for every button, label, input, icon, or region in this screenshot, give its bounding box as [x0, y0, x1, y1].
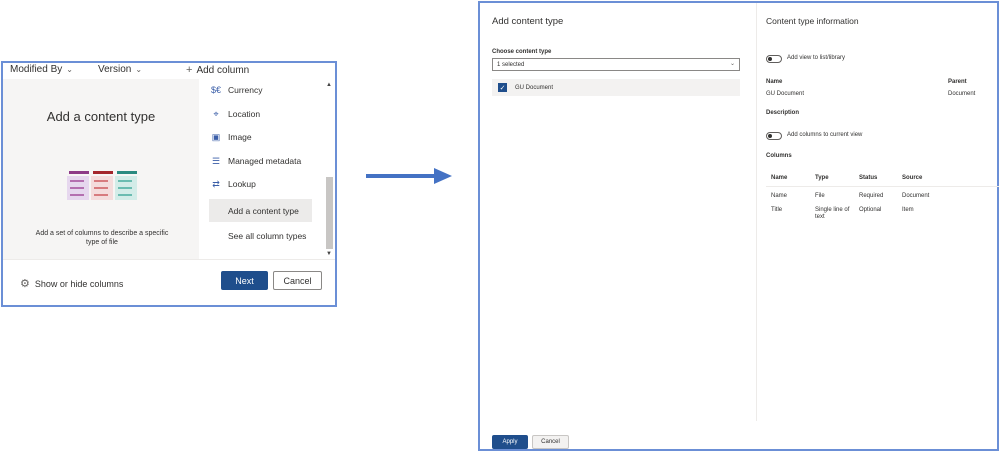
content-type-card-description: Add a set of columns to describe a speci… [35, 230, 169, 246]
content-type-option-label: GU Document [515, 84, 554, 91]
column-header-label: Version [98, 64, 132, 75]
menu-item-label: Currency [228, 85, 263, 95]
table-cell: Single line of text [815, 207, 850, 220]
cancel-button[interactable]: Cancel [273, 271, 322, 290]
add-content-type-panel: Add content type Choose content type 1 s… [478, 1, 999, 451]
checkbox-checked-icon[interactable]: ✓ [498, 83, 507, 92]
menu-item-managed-metadata[interactable]: ☰ Managed metadata [209, 150, 301, 172]
menu-item-see-all-column-types[interactable]: See all column types [209, 225, 306, 247]
panel-footer: Apply Cancel [480, 433, 997, 453]
add-column-panel: Modified By ⌄ Version ⌄ + Add column Add… [1, 61, 337, 307]
columns-label: Columns [766, 153, 792, 159]
gear-icon: ⚙ [20, 278, 30, 290]
menu-item-location[interactable]: ⌖ Location [209, 103, 260, 125]
add-column-button[interactable]: + Add column [186, 64, 249, 76]
plus-icon: + [186, 64, 193, 76]
parent-value: Document [948, 91, 976, 97]
scroll-up-icon[interactable]: ▲ [326, 82, 332, 88]
parent-label: Parent [948, 79, 967, 85]
table-cell: File [815, 193, 825, 199]
chevron-down-icon: ⌄ [729, 61, 735, 67]
menu-item-label: Lookup [228, 179, 256, 189]
column-header-label: Modified By [10, 64, 63, 75]
image-icon: ▣ [211, 131, 221, 142]
show-hide-columns-button[interactable]: ⚙ Show or hide columns [20, 277, 123, 290]
name-label: Name [766, 79, 783, 85]
menu-item-label: Add a content type [228, 205, 299, 216]
table-cell: Item [902, 207, 914, 213]
content-type-card: Add a content type Add a set of columns … [3, 79, 199, 259]
table-header-row: Name Type Status Source [766, 173, 999, 187]
next-button[interactable]: Next [221, 271, 268, 290]
column-header-bar: Modified By ⌄ Version ⌄ + Add column [3, 63, 335, 79]
menu-item-lookup[interactable]: ⇄ Lookup [209, 173, 256, 195]
table-header-cell: Status [859, 175, 878, 181]
scrollbar-thumb[interactable] [326, 177, 333, 249]
managed-metadata-icon: ☰ [211, 155, 221, 166]
chevron-down-icon: ⌄ [66, 65, 73, 74]
menu-item-label: See all column types [228, 231, 307, 241]
add-column-label: Add column [196, 64, 250, 76]
lookup-icon: ⇄ [212, 178, 220, 189]
menu-item-currency[interactable]: $€ Currency [209, 79, 263, 101]
menu-item-add-content-type[interactable]: Add a content type [209, 199, 312, 222]
add-view-toggle[interactable] [766, 55, 782, 63]
location-pin-icon: ⌖ [213, 108, 219, 119]
choose-content-type-section: Add content type Choose content type 1 s… [480, 3, 756, 449]
menu-item-label: Managed metadata [228, 156, 302, 166]
chevron-down-icon: ⌄ [135, 65, 143, 74]
dropdown-value: 1 selected [497, 61, 525, 68]
table-header-cell: Type [815, 175, 829, 181]
add-columns-toggle[interactable] [766, 132, 782, 140]
table-cell: Document [902, 193, 930, 199]
add-view-label: Add view to list/library [787, 55, 846, 61]
table-cell: Name [771, 193, 788, 199]
currency-icon: $€ [210, 85, 221, 95]
content-type-dropdown[interactable]: 1 selected ⌄ [492, 58, 740, 71]
apply-button[interactable]: Apply [492, 435, 528, 449]
content-type-information: Content type information Add view to lis… [766, 3, 999, 423]
toggle-knob [768, 57, 772, 61]
table-header-cell: Name [771, 175, 788, 181]
column-header-modified-by[interactable]: Modified By ⌄ [10, 64, 73, 75]
panel-title: Add content type [492, 16, 564, 27]
description-label: Description [766, 110, 800, 116]
scroll-down-icon[interactable]: ▼ [326, 251, 332, 257]
menu-item-image[interactable]: ▣ Image [209, 126, 252, 148]
content-type-card-title: Add a content type [46, 109, 156, 124]
menu-item-label: Location [228, 109, 261, 119]
info-title: Content type information [766, 16, 859, 26]
menu-scrollbar[interactable]: ▲ ▼ [325, 82, 334, 257]
choose-content-type-label: Choose content type [492, 49, 552, 55]
panel-divider [756, 3, 757, 421]
column-type-menu: $€ Currency ⌖ Location ▣ Image ☰ Managed… [201, 79, 321, 259]
table-cell: Required [859, 193, 884, 199]
arrow-right-icon [366, 168, 452, 184]
panel-footer: ⚙ Show or hide columns Next Cancel [3, 259, 335, 307]
table-cell: Title [771, 207, 783, 213]
table-header-cell: Source [902, 175, 923, 181]
name-value: GU Document [766, 91, 805, 97]
content-type-option[interactable]: ✓ GU Document [492, 79, 740, 96]
toggle-knob [768, 134, 772, 138]
cancel-button[interactable]: Cancel [532, 435, 569, 449]
content-type-illustration [67, 171, 137, 200]
add-columns-label: Add columns to current view [787, 132, 863, 138]
column-header-version[interactable]: Version ⌄ [98, 64, 142, 75]
show-hide-columns-label: Show or hide columns [34, 278, 124, 289]
table-cell: Optional [859, 207, 882, 213]
menu-item-label: Image [228, 132, 252, 142]
